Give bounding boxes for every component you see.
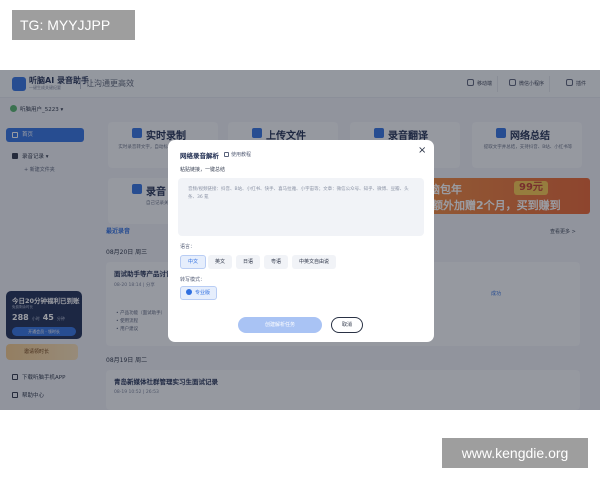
watermark-bottom: www.kengdie.org <box>442 438 588 468</box>
app-window: 听脑AI 录音助手 一键生成关键纪要 让沟通更高效 移动端 微信小程序 插件 听… <box>0 70 600 410</box>
link-input[interactable] <box>178 178 424 236</box>
close-icon[interactable]: × <box>418 146 426 156</box>
watermark-top: TG: MYYJJPP <box>12 10 135 40</box>
language-label: 语言： <box>180 244 196 250</box>
language-option-mixed[interactable]: 中英文自由说 <box>292 255 337 269</box>
doc-icon <box>224 152 229 157</box>
tutorial-link[interactable]: 使用教程 <box>224 151 251 158</box>
mode-label: 转写模式： <box>180 277 206 283</box>
pro-icon <box>186 289 192 295</box>
language-option-japanese[interactable]: 日语 <box>236 255 261 269</box>
language-option-cantonese[interactable]: 粤语 <box>264 255 289 269</box>
language-option-chinese[interactable]: 中文 <box>180 255 207 269</box>
dialog-subtitle: 粘贴链接，一键总结 <box>180 167 226 173</box>
create-task-button[interactable]: 创建解析任务 <box>238 317 322 333</box>
web-parse-dialog: 网络录音解析 使用教程 × 粘贴链接，一键总结 语言： 中文 英文 日语 粤语 … <box>168 140 434 342</box>
dialog-title: 网络录音解析 <box>180 152 219 160</box>
mode-professional[interactable]: 专业版 <box>180 286 218 300</box>
cancel-button[interactable]: 取消 <box>331 317 363 333</box>
language-option-english[interactable]: 英文 <box>208 255 233 269</box>
